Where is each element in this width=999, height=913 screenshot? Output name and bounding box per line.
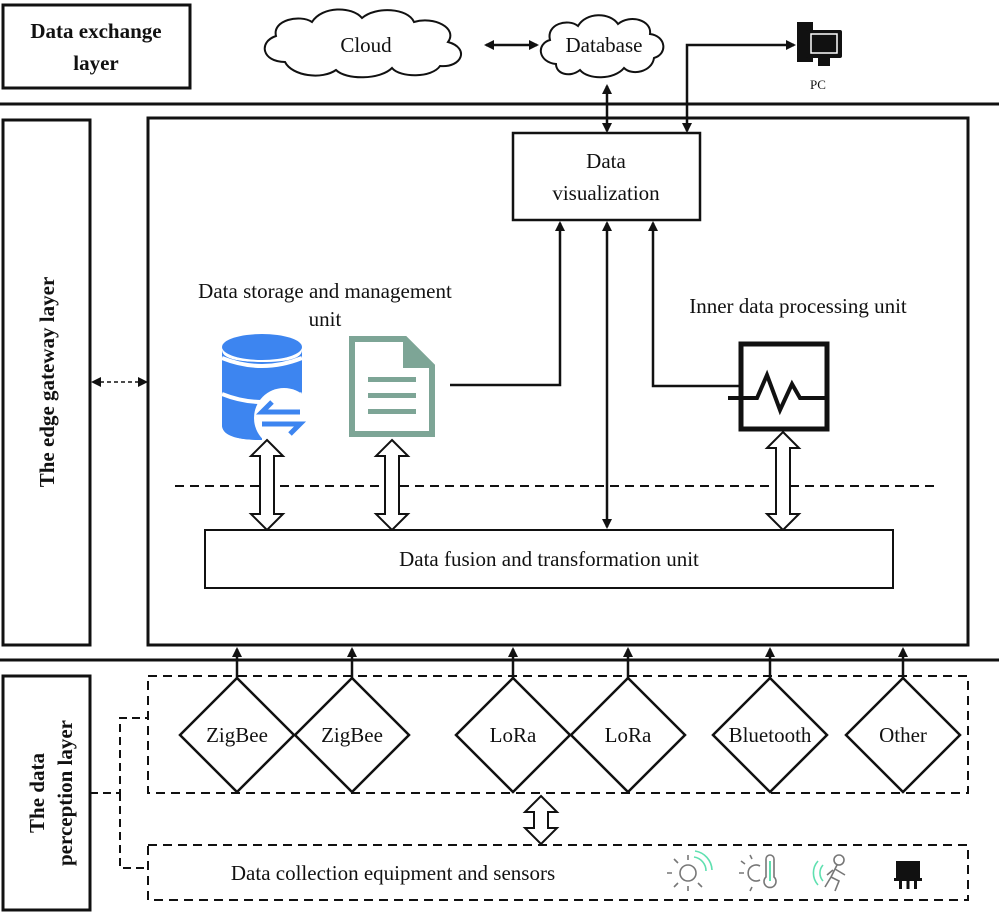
svg-text:PC: PC: [810, 77, 826, 92]
svg-text:The data: The data: [25, 753, 49, 833]
database-node: Database: [540, 14, 665, 79]
protocol-label: ZigBee: [206, 723, 268, 747]
data-visualization-box: Data visualization: [511, 131, 702, 222]
perception-connector-2: [119, 793, 148, 869]
protocol-label: LoRa: [490, 723, 537, 747]
gateway-layer-label: The edge gateway layer: [1, 118, 92, 647]
pc-icon: [797, 22, 842, 66]
inner-processing-label: Inner data processing unit: [689, 294, 907, 318]
svg-text:layer: layer: [73, 51, 118, 75]
perception-layer-label: The data perception layer: [1, 674, 92, 912]
protocol-node: Bluetooth: [711, 647, 829, 794]
pc-node: PC: [797, 22, 842, 92]
protocol-node: ZigBee: [293, 647, 411, 794]
storage-unit-label: Data storage and management: [198, 279, 452, 303]
document-visualization-arrow: [450, 221, 565, 387]
cloud-node: Cloud: [263, 8, 462, 79]
svg-text:The edge gateway layer: The edge gateway layer: [35, 277, 59, 488]
protocol-node: Other: [844, 647, 962, 794]
equipment-label: Data collection equipment and sensors: [231, 861, 555, 885]
document-icon: [349, 336, 435, 437]
svg-text:perception layer: perception layer: [53, 720, 77, 866]
svg-text:Data fusion and transformation: Data fusion and transformation unit: [399, 547, 699, 571]
svg-text:visualization: visualization: [552, 181, 660, 205]
protocol-label: ZigBee: [321, 723, 383, 747]
protocol-node: LoRa: [454, 647, 572, 794]
svg-text:Data exchange: Data exchange: [30, 19, 161, 43]
svg-text:Database: Database: [566, 33, 643, 57]
temperature-sensor-icon: [739, 854, 777, 892]
fusion-unit-box: Data fusion and transformation unit: [204, 529, 894, 589]
protocol-label: Bluetooth: [729, 723, 812, 747]
protocol-node: LoRa: [569, 647, 687, 794]
svg-text:Data: Data: [586, 149, 626, 173]
perception-connector: [90, 717, 148, 794]
protocol-label: LoRa: [605, 723, 652, 747]
chip-icon: [894, 861, 922, 889]
light-sensor-icon: [667, 850, 713, 891]
protocol-node: ZigBee: [178, 647, 296, 794]
database-sync-icon: [221, 334, 314, 448]
motion-sensor-icon: [812, 854, 846, 892]
signal-processing-icon: [728, 341, 830, 432]
protocol-equipment-arrow: [522, 794, 560, 846]
exchange-layer-label: Data exchange layer: [1, 3, 192, 90]
protocol-label: Other: [879, 723, 927, 747]
storage-unit-label-2: unit: [309, 307, 342, 331]
processing-fusion-arrow: [764, 430, 802, 532]
architecture-diagram: Data exchange layer Cloud Database PC Th…: [0, 3, 999, 912]
svg-text:Cloud: Cloud: [340, 33, 392, 57]
